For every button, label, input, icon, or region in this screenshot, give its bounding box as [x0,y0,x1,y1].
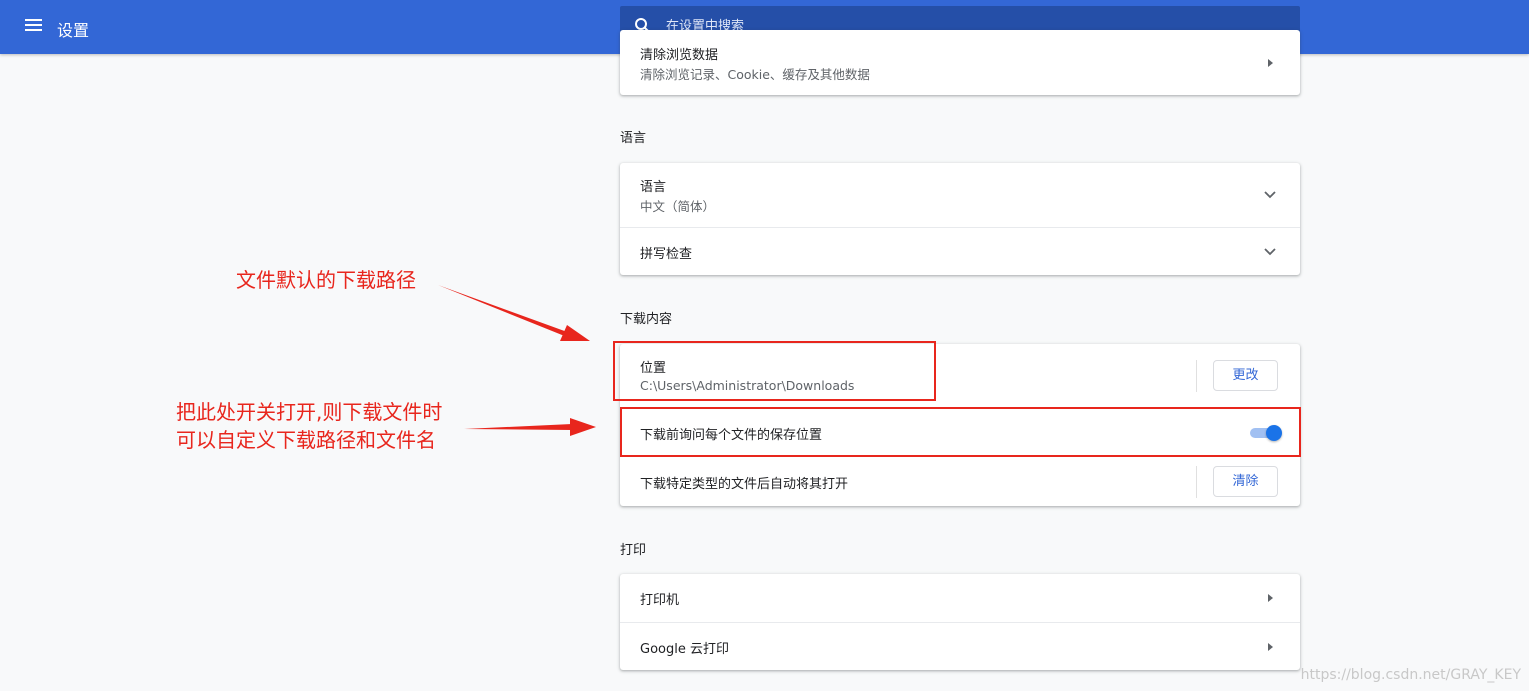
ask-location-row[interactable]: 下载前询问每个文件的保存位置 [620,408,1300,457]
printing-card: 打印机 Google 云打印 [620,574,1300,670]
header-cover [0,0,1529,54]
spellcheck-title: 拼写检查 [640,247,693,262]
arrow-to-location-icon [438,285,590,341]
language-title: 语言 [640,180,667,195]
chevron-down-icon[interactable] [1264,191,1276,199]
annotation-toggle-line1: 把此处开关打开,则下载文件时 [176,400,443,424]
download-location-title: 位置 [640,361,667,376]
annotation-toggle-line2: 可以自定义下载路径和文件名 [176,428,436,452]
language-section-title: 语言 [620,131,647,146]
arrow-right-icon[interactable] [1268,643,1273,651]
auto-open-row: 下载特定类型的文件后自动将其打开 清除 [620,456,1300,507]
printing-section-title: 打印 [620,543,647,558]
ask-location-toggle[interactable] [1250,425,1282,441]
language-value: 中文（简体） [640,199,716,214]
watermark: https://blog.csdn.net/GRAY_KEY [1300,667,1521,683]
download-location-path: C:\Users\Administrator\Downloads [640,378,855,393]
divider [1196,360,1197,392]
chevron-down-icon[interactable] [1264,248,1276,256]
clear-auto-open-button[interactable]: 清除 [1213,466,1278,497]
spellcheck-row[interactable]: 拼写检查 [620,227,1300,276]
clear-browsing-subtitle: 清除浏览记录、Cookie、缓存及其他数据 [640,67,870,82]
auto-open-label: 下载特定类型的文件后自动将其打开 [640,477,849,492]
printers-title: 打印机 [640,593,680,608]
ask-location-label: 下载前询问每个文件的保存位置 [640,428,823,443]
downloads-section-title: 下载内容 [620,312,673,327]
downloads-card: 位置 C:\Users\Administrator\Downloads 更改 下… [620,344,1300,506]
toggle-knob [1266,425,1282,441]
printers-row[interactable]: 打印机 [620,574,1300,622]
language-row[interactable]: 语言 中文（简体） [620,163,1300,227]
cloud-print-row[interactable]: Google 云打印 [620,622,1300,671]
arrow-to-toggle-icon [464,418,596,436]
annotation-default-path: 文件默认的下载路径 [236,268,416,292]
arrow-right-icon[interactable] [1268,59,1273,67]
download-location-row: 位置 C:\Users\Administrator\Downloads 更改 [620,344,1300,408]
language-card: 语言 中文（简体） 拼写检查 [620,163,1300,275]
cloud-print-title: Google 云打印 [640,642,729,657]
change-location-button[interactable]: 更改 [1213,360,1278,391]
divider [1196,466,1197,498]
arrow-right-icon[interactable] [1268,594,1273,602]
